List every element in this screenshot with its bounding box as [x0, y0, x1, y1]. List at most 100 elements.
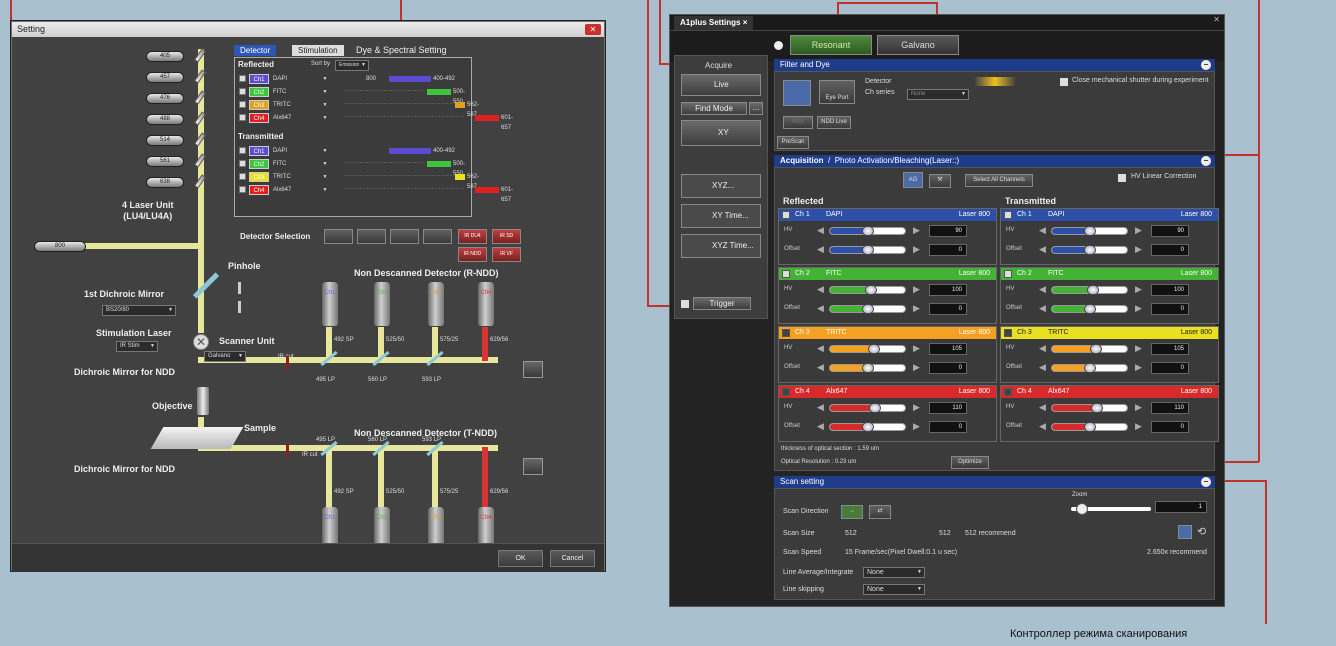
channel-checkbox[interactable] [1004, 388, 1012, 396]
channel-checkbox[interactable] [239, 88, 246, 95]
offset-value[interactable]: 0 [929, 244, 967, 256]
channel-checkbox[interactable] [239, 147, 246, 154]
hv-value[interactable]: 90 [1151, 225, 1189, 237]
hv-slider[interactable] [829, 285, 906, 295]
scan-size-icon[interactable] [1178, 525, 1192, 539]
chevron-down-icon[interactable]: ▼ [321, 160, 329, 168]
chevron-right-icon[interactable]: ▶ [1135, 225, 1142, 236]
detector-select-button[interactable]: IR SD [492, 229, 521, 244]
cancel-button[interactable]: Cancel [550, 550, 595, 567]
laser-488[interactable]: 488 [146, 114, 184, 125]
chevron-down-icon[interactable]: ▼ [321, 114, 329, 122]
slider-knob[interactable] [1083, 422, 1096, 432]
chevron-right-icon[interactable]: ▶ [1135, 402, 1142, 413]
scan-direction-one-way[interactable]: → [841, 505, 863, 519]
chevron-down-icon[interactable]: ▼ [321, 88, 329, 96]
chevron-right-icon[interactable]: ▶ [913, 244, 920, 255]
hv-value[interactable]: 105 [1151, 343, 1189, 355]
a1-tab[interactable]: A1plus Settings × [674, 16, 754, 30]
chevron-left-icon[interactable]: ◀ [1039, 362, 1046, 373]
hv-slider[interactable] [1051, 403, 1128, 413]
slider-knob[interactable] [1089, 344, 1102, 354]
eye-port-button[interactable]: Eye Port [819, 80, 855, 104]
laser-405[interactable]: 405 [146, 51, 184, 62]
offset-value[interactable]: 0 [1151, 362, 1189, 374]
slider-knob[interactable] [1087, 285, 1100, 295]
detector-select-button[interactable] [324, 229, 353, 244]
hv-slider[interactable] [829, 226, 906, 236]
offset-slider[interactable] [829, 363, 906, 373]
find-mode-button[interactable]: Find Mode [681, 102, 747, 115]
xy-button[interactable]: XY [681, 120, 761, 146]
trigger-checkbox[interactable] [681, 300, 689, 308]
dye-palette-icon[interactable] [783, 80, 811, 106]
acquisition-header[interactable]: Acquisition / Photo Activation/Bleaching… [774, 155, 1215, 167]
channel-checkbox[interactable] [1004, 329, 1012, 337]
scan-direction-two-way[interactable]: ⇄ [869, 505, 891, 519]
laser-476[interactable]: 476 [146, 93, 184, 104]
live-button[interactable]: Live [681, 74, 761, 96]
collapse-icon[interactable]: − [1201, 60, 1211, 70]
line-skipping-select[interactable]: None [863, 584, 925, 595]
xyz-time-button[interactable]: XYZ Time... [681, 234, 761, 258]
chevron-left-icon[interactable]: ◀ [817, 362, 824, 373]
offset-value[interactable]: 0 [929, 362, 967, 374]
slider-knob[interactable] [861, 245, 874, 255]
chevron-right-icon[interactable]: ▶ [913, 343, 920, 354]
channel-checkbox[interactable] [239, 114, 246, 121]
laser-638[interactable]: 638 [146, 177, 184, 188]
chevron-down-icon[interactable]: ▼ [321, 75, 329, 83]
scanner-select[interactable]: Galvano [204, 351, 246, 362]
offset-slider[interactable] [1051, 363, 1128, 373]
detector-select-button[interactable]: IR VF [492, 247, 521, 262]
offset-value[interactable]: 0 [929, 303, 967, 315]
hv-value[interactable]: 100 [1151, 284, 1189, 296]
tab-detector[interactable]: Detector [234, 45, 277, 56]
offset-slider[interactable] [1051, 245, 1128, 255]
offset-value[interactable]: 0 [1151, 244, 1189, 256]
collapse-icon[interactable]: − [1201, 477, 1211, 487]
slider-knob[interactable] [867, 344, 880, 354]
sort-select[interactable]: Emission [335, 60, 369, 71]
hv-slider[interactable] [1051, 344, 1128, 354]
galvano-button[interactable]: Galvano [877, 35, 959, 55]
tab-stimulation[interactable]: Stimulation [292, 45, 344, 56]
chevron-left-icon[interactable]: ◀ [1039, 225, 1046, 236]
close-icon[interactable]: ✕ [585, 24, 601, 35]
chevron-right-icon[interactable]: ▶ [913, 421, 920, 432]
offset-value[interactable]: 0 [1151, 303, 1189, 315]
prescan-button[interactable]: PreScan [777, 136, 809, 149]
resonant-button[interactable]: Resonant [790, 35, 872, 55]
play-icon[interactable] [774, 41, 783, 50]
channel-checkbox[interactable] [239, 75, 246, 82]
channel-checkbox[interactable] [1004, 211, 1012, 219]
offset-slider[interactable] [829, 245, 906, 255]
hv-value[interactable]: 100 [929, 284, 967, 296]
hv-slider[interactable] [1051, 285, 1128, 295]
channel-checkbox[interactable] [239, 101, 246, 108]
laser-514[interactable]: 514 [146, 135, 184, 146]
offset-slider[interactable] [829, 304, 906, 314]
xyz-button[interactable]: XYZ... [681, 174, 761, 198]
stim-laser-select[interactable]: IR Stim [116, 341, 158, 352]
detector-select-button[interactable] [390, 229, 419, 244]
channel-checkbox[interactable] [782, 211, 790, 219]
offset-value[interactable]: 0 [929, 421, 967, 433]
main-laser[interactable]: 800 [34, 241, 86, 252]
chevron-left-icon[interactable]: ◀ [1039, 284, 1046, 295]
offset-value[interactable]: 0 [1151, 421, 1189, 433]
chevron-down-icon[interactable]: ▼ [321, 186, 329, 194]
hv-slider[interactable] [829, 403, 906, 413]
chevron-left-icon[interactable]: ◀ [1039, 343, 1046, 354]
ch-series-select[interactable]: None [907, 89, 969, 100]
ndd-t-button[interactable] [523, 458, 543, 475]
hv-slider[interactable] [829, 344, 906, 354]
tab-close-icon[interactable]: × [743, 18, 748, 27]
slider-knob[interactable] [1083, 226, 1096, 236]
chevron-left-icon[interactable]: ◀ [1039, 303, 1046, 314]
chevron-right-icon[interactable]: ▶ [1135, 303, 1142, 314]
offset-slider[interactable] [829, 422, 906, 432]
ndd-r-button[interactable] [523, 361, 543, 378]
chevron-left-icon[interactable]: ◀ [1039, 244, 1046, 255]
laser-561[interactable]: 561 [146, 156, 184, 167]
